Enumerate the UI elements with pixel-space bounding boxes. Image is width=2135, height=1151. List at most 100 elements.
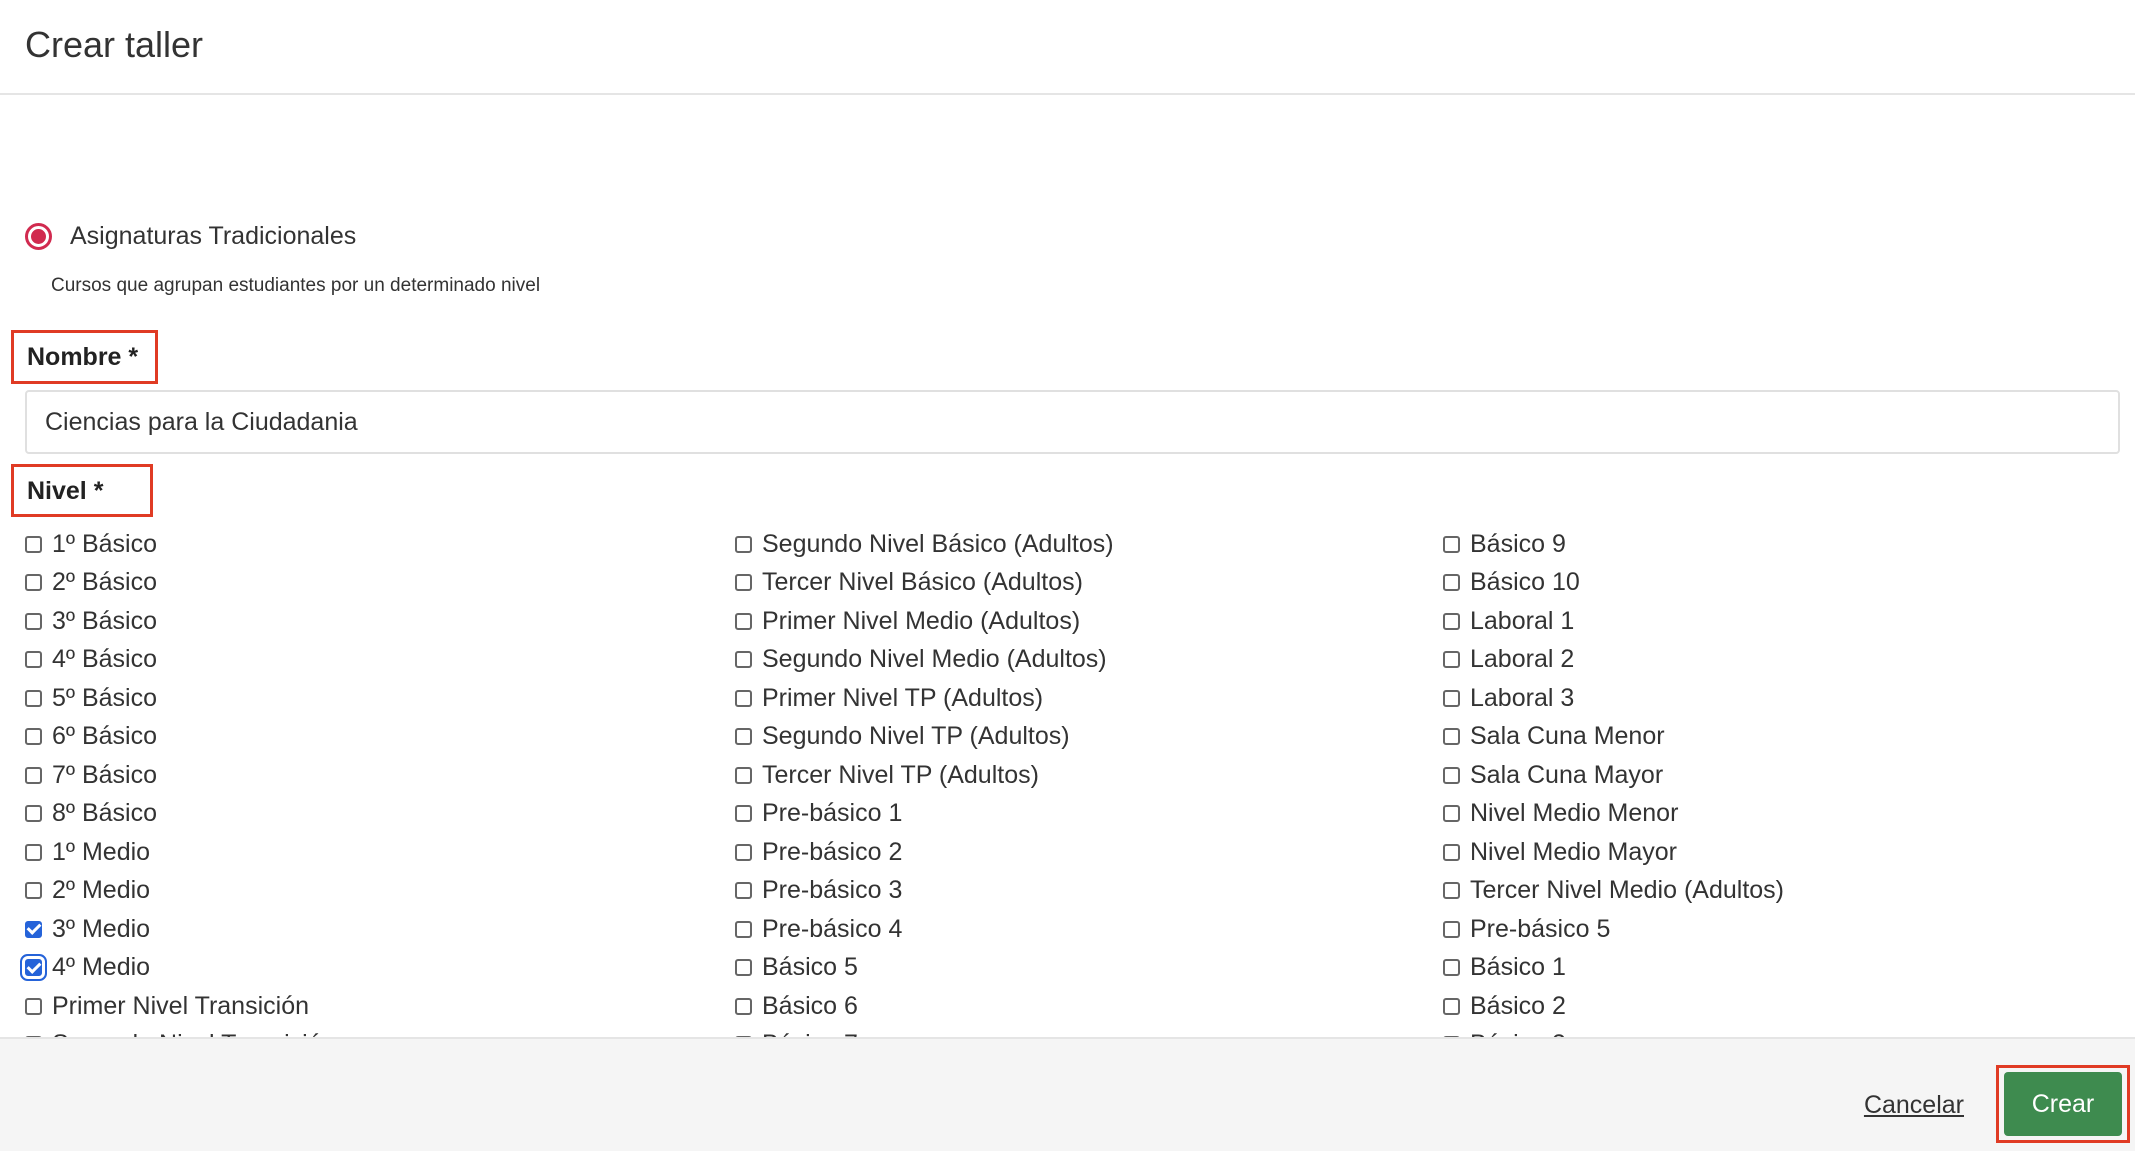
nivel-option[interactable]: Básico 1 (1443, 949, 1784, 988)
checkbox-unchecked-icon[interactable] (25, 843, 42, 861)
checkbox-unchecked-icon[interactable] (25, 997, 42, 1015)
nivel-option-label: Sala Cuna Mayor (1470, 760, 1664, 789)
checkbox-unchecked-icon[interactable] (735, 689, 752, 707)
nivel-option-label: Nivel Medio Mayor (1470, 837, 1678, 866)
nivel-option[interactable]: 4º Medio (25, 949, 377, 988)
nivel-option-label: Laboral 3 (1470, 683, 1575, 712)
nivel-option[interactable]: Pre-básico 1 (735, 795, 1114, 834)
nivel-option[interactable]: Laboral 2 (1443, 641, 1784, 680)
nivel-option-label: Nivel Medio Menor (1470, 799, 1679, 828)
checkbox-unchecked-icon[interactable] (25, 535, 42, 553)
nivel-option[interactable]: 1º Básico (25, 525, 377, 564)
create-button[interactable]: Crear (2004, 1072, 2122, 1136)
nivel-option[interactable]: 1º Medio (25, 833, 377, 872)
nivel-option-label: Primer Nivel Medio (Adultos) (762, 606, 1081, 635)
nivel-option[interactable]: Primer Nivel TP (Adultos) (735, 679, 1114, 718)
radio-option-label: Asignaturas Tradicionales (70, 222, 357, 250)
nivel-option[interactable]: 2º Básico (25, 564, 377, 603)
nivel-option[interactable]: 3º Básico (25, 602, 377, 641)
nivel-option[interactable]: Sala Cuna Mayor (1443, 756, 1784, 795)
checkbox-unchecked-icon[interactable] (735, 766, 752, 784)
modal-title: Crear taller (25, 24, 204, 65)
checkbox-unchecked-icon[interactable] (1443, 574, 1460, 592)
nivel-option[interactable]: 2º Medio (25, 872, 377, 911)
checkbox-unchecked-icon[interactable] (735, 959, 752, 977)
nivel-option[interactable]: Segundo Nivel Básico (Adultos) (735, 525, 1114, 564)
checkbox-unchecked-icon[interactable] (1443, 651, 1460, 669)
nivel-option-label: 6º Básico (52, 722, 158, 751)
nivel-option-label: Primer Nivel TP (Adultos) (762, 683, 1044, 712)
checkbox-unchecked-icon[interactable] (25, 651, 42, 669)
checkbox-checked-icon[interactable] (25, 920, 42, 938)
checkbox-unchecked-icon[interactable] (1443, 805, 1460, 823)
checkbox-unchecked-icon[interactable] (25, 574, 42, 592)
nivel-option[interactable]: Básico 5 (735, 949, 1114, 988)
nivel-option-label: Primer Nivel Transición (52, 991, 310, 1020)
checkbox-unchecked-icon[interactable] (735, 805, 752, 823)
checkbox-unchecked-icon[interactable] (1443, 959, 1460, 977)
nivel-option[interactable]: Laboral 1 (1443, 602, 1784, 641)
checkbox-unchecked-icon[interactable] (25, 728, 42, 746)
checkbox-unchecked-icon[interactable] (25, 882, 42, 900)
nivel-option[interactable]: Segundo Nivel TP (Adultos) (735, 718, 1114, 757)
nivel-option[interactable]: Sala Cuna Menor (1443, 718, 1784, 757)
checkbox-unchecked-icon[interactable] (735, 535, 752, 553)
nivel-option[interactable]: 3º Medio (25, 910, 377, 949)
checkbox-unchecked-icon[interactable] (735, 882, 752, 900)
checkbox-unchecked-icon[interactable] (735, 728, 752, 746)
nivel-option[interactable]: Pre-básico 3 (735, 872, 1114, 911)
nivel-option-label: 7º Básico (52, 760, 158, 789)
checkbox-checked-icon[interactable] (25, 959, 42, 977)
nivel-option[interactable]: Laboral 3 (1443, 679, 1784, 718)
nivel-option[interactable]: Tercer Nivel TP (Adultos) (735, 756, 1114, 795)
nivel-option[interactable]: 8º Básico (25, 795, 377, 834)
checkbox-unchecked-icon[interactable] (735, 574, 752, 592)
nivel-option-label: 5º Básico (52, 683, 158, 712)
checkbox-unchecked-icon[interactable] (25, 805, 42, 823)
modal-footer: Cancelar Crear (0, 1037, 2135, 1151)
checkbox-unchecked-icon[interactable] (735, 997, 752, 1015)
nivel-option[interactable]: 7º Básico (25, 756, 377, 795)
nivel-option[interactable]: Tercer Nivel Medio (Adultos) (1443, 872, 1784, 911)
checkbox-unchecked-icon[interactable] (1443, 997, 1460, 1015)
checkbox-unchecked-icon[interactable] (735, 843, 752, 861)
checkbox-unchecked-icon[interactable] (735, 920, 752, 938)
nivel-option[interactable]: 4º Básico (25, 641, 377, 680)
nivel-option-label: 3º Básico (52, 606, 158, 635)
checkbox-unchecked-icon[interactable] (1443, 766, 1460, 784)
nivel-option[interactable]: Nivel Medio Mayor (1443, 833, 1784, 872)
nivel-option[interactable]: Básico 6 (735, 987, 1114, 1026)
nivel-option[interactable]: Básico 10 (1443, 564, 1784, 603)
nivel-option[interactable]: Básico 2 (1443, 987, 1784, 1026)
nivel-option-label: 4º Medio (52, 953, 151, 982)
checkbox-unchecked-icon[interactable] (25, 766, 42, 784)
nivel-option[interactable]: Primer Nivel Medio (Adultos) (735, 602, 1114, 641)
nivel-option[interactable]: 5º Básico (25, 679, 377, 718)
nivel-option[interactable]: 6º Básico (25, 718, 377, 757)
radio-button-selected[interactable] (25, 223, 52, 250)
checkbox-unchecked-icon[interactable] (25, 689, 42, 707)
checkbox-unchecked-icon[interactable] (1443, 920, 1460, 938)
modal-header: Crear taller (0, 0, 2135, 95)
checkbox-unchecked-icon[interactable] (1443, 689, 1460, 707)
nombre-input[interactable] (25, 390, 2120, 454)
nivel-option[interactable]: Segundo Nivel Medio (Adultos) (735, 641, 1114, 680)
nivel-option[interactable]: Pre-básico 2 (735, 833, 1114, 872)
checkbox-unchecked-icon[interactable] (1443, 882, 1460, 900)
checkbox-unchecked-icon[interactable] (1443, 612, 1460, 630)
nivel-option[interactable]: Básico 9 (1443, 525, 1784, 564)
nivel-option[interactable]: Tercer Nivel Básico (Adultos) (735, 564, 1114, 603)
nivel-option[interactable]: Pre-básico 4 (735, 910, 1114, 949)
checkbox-unchecked-icon[interactable] (1443, 843, 1460, 861)
checkbox-unchecked-icon[interactable] (735, 651, 752, 669)
nivel-option[interactable]: Pre-básico 5 (1443, 910, 1784, 949)
nivel-option[interactable]: Nivel Medio Menor (1443, 795, 1784, 834)
nivel-option[interactable]: Primer Nivel Transición (25, 987, 377, 1026)
radio-dot-icon (31, 229, 46, 244)
checkbox-unchecked-icon[interactable] (1443, 535, 1460, 553)
cancel-link[interactable]: Cancelar (1864, 1091, 1964, 1120)
checkbox-unchecked-icon[interactable] (735, 612, 752, 630)
checkbox-unchecked-icon[interactable] (1443, 728, 1460, 746)
checkbox-unchecked-icon[interactable] (25, 612, 42, 630)
radio-option-traditional-subjects[interactable]: Asignaturas Tradicionales (25, 222, 356, 251)
